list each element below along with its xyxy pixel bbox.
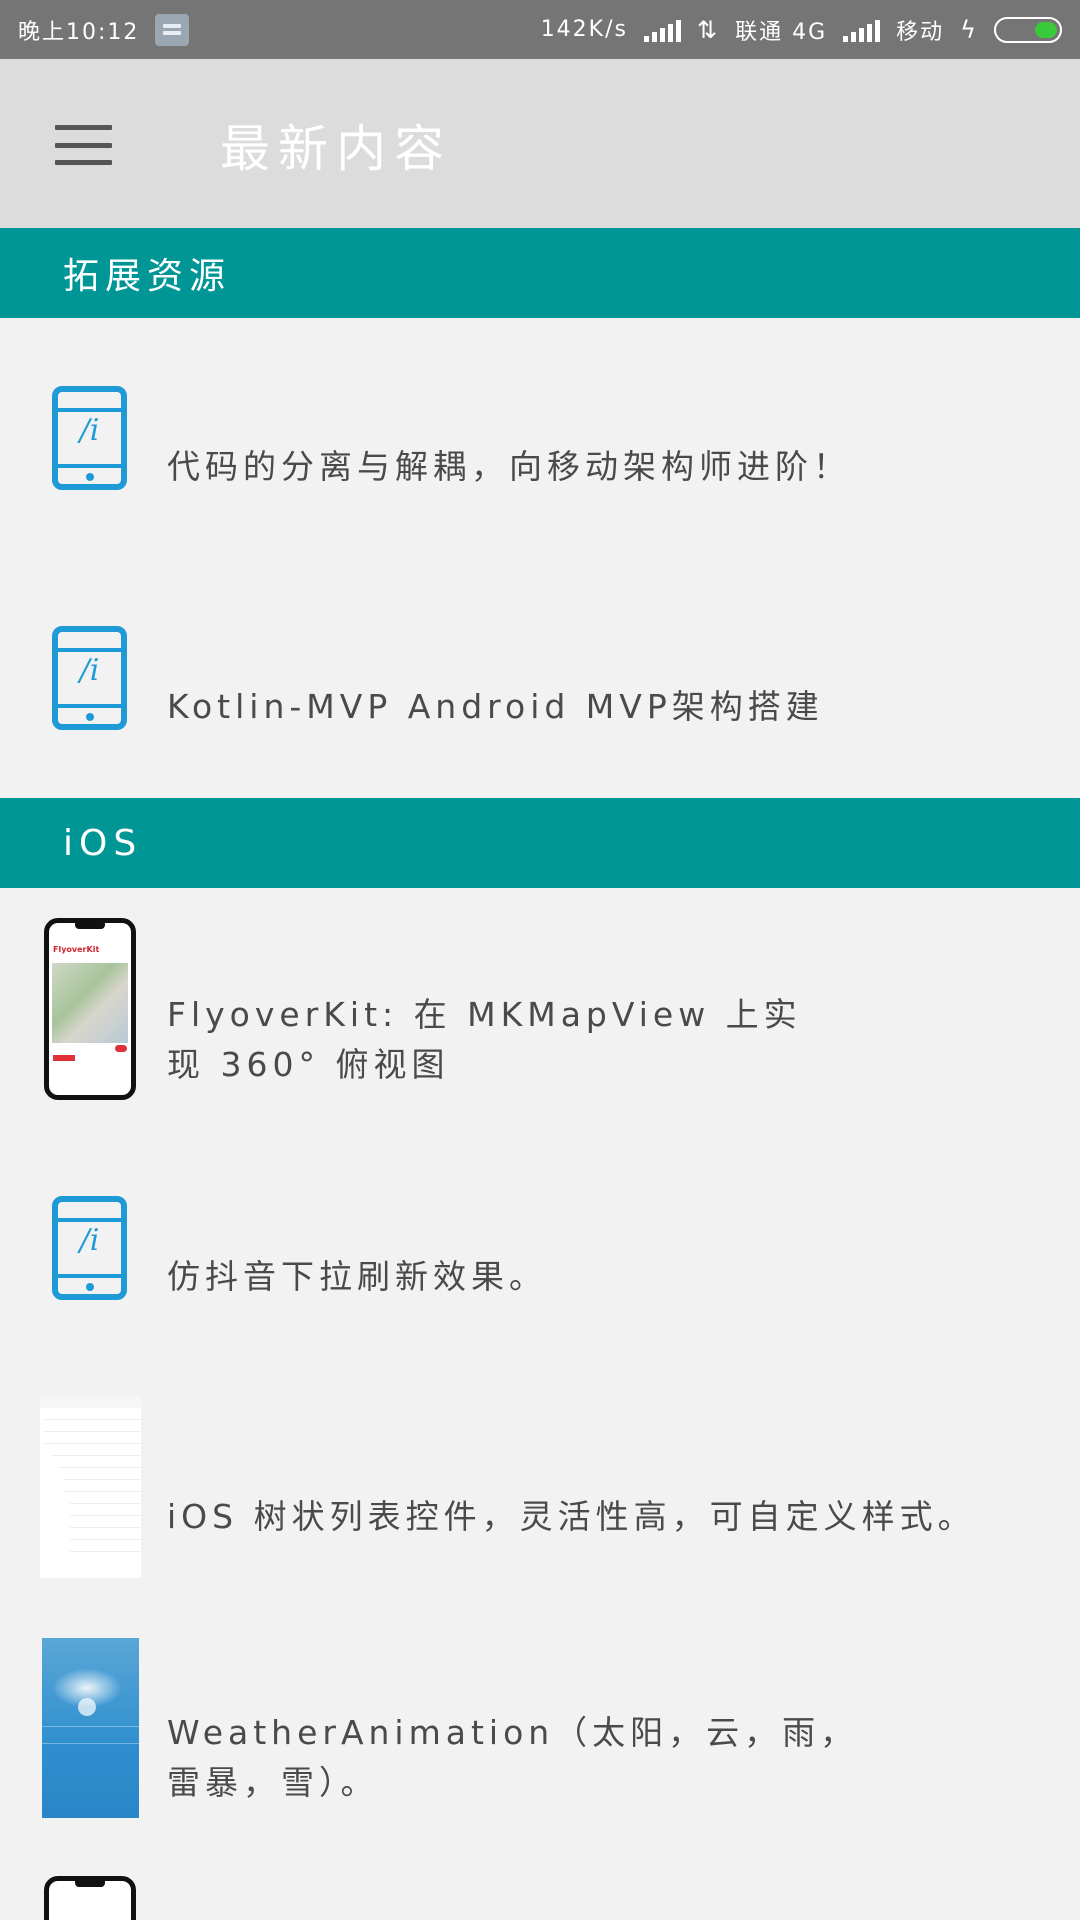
- list-item-title: 代码的分离与解耦，向移动架构师进阶！: [167, 447, 851, 486]
- list-item[interactable]: FlyoverKit FlyoverKit: 在 MKMapView 上实 现 …: [0, 888, 1080, 1128]
- carrier-2: 移动: [896, 19, 945, 45]
- app-bar: 最新内容: [0, 59, 1080, 228]
- page-title: 最新内容: [220, 120, 452, 178]
- phone-icon: /i: [52, 386, 127, 490]
- data-transfer-icon: ⇅: [696, 15, 720, 44]
- phone-icon: /i: [52, 1196, 127, 1300]
- tree-list-thumbnail: [40, 1396, 141, 1578]
- phone-thumbnail[interactable]: [44, 1876, 136, 1920]
- list-item[interactable]: /i 仿抖音下拉刷新效果。: [0, 1128, 1080, 1368]
- battery-icon: [994, 16, 1062, 43]
- signal-icon: [643, 18, 681, 42]
- list-item-title: WeatherAnimation（太阳，云，雨， 雷暴，雪）。: [167, 1713, 859, 1802]
- list-item[interactable]: /i 代码的分离与解耦，向移动架构师进阶！: [0, 318, 1080, 558]
- section-header-ios: iOS: [0, 798, 1080, 888]
- network-speed: 142K/s: [540, 17, 628, 42]
- list-item[interactable]: WeatherAnimation（太阳，云，雨， 雷暴，雪）。: [0, 1608, 1080, 1848]
- list-item-title: iOS 树状列表控件，灵活性高，可自定义样式。: [167, 1497, 976, 1536]
- hamburger-menu-icon[interactable]: [55, 125, 112, 165]
- charging-icon: ϟ: [960, 15, 978, 44]
- list-item-title: Kotlin-MVP Android MVP架构搭建: [167, 687, 824, 726]
- list-item[interactable]: /i Kotlin-MVP Android MVP架构搭建: [0, 558, 1080, 798]
- weather-thumbnail: [42, 1638, 139, 1818]
- list-item[interactable]: iOS 树状列表控件，灵活性高，可自定义样式。: [0, 1368, 1080, 1608]
- notes-app-icon: [155, 13, 190, 46]
- carrier-1: 联通 4G: [735, 19, 828, 45]
- signal-icon-2: [843, 18, 881, 42]
- list-item-title: FlyoverKit: 在 MKMapView 上实 现 360° 俯视图: [167, 995, 802, 1084]
- section-header-extended-resources: 拓展资源: [0, 228, 1080, 318]
- status-bar: 晚上10:12 142K/s ⇅ 联通 4G 移动 ϟ: [0, 0, 1080, 59]
- list-item-title: 仿抖音下拉刷新效果。: [167, 1257, 547, 1296]
- flyoverkit-thumbnail: FlyoverKit: [44, 918, 136, 1100]
- status-time: 晚上10:12: [18, 19, 140, 45]
- phone-icon: /i: [52, 626, 127, 730]
